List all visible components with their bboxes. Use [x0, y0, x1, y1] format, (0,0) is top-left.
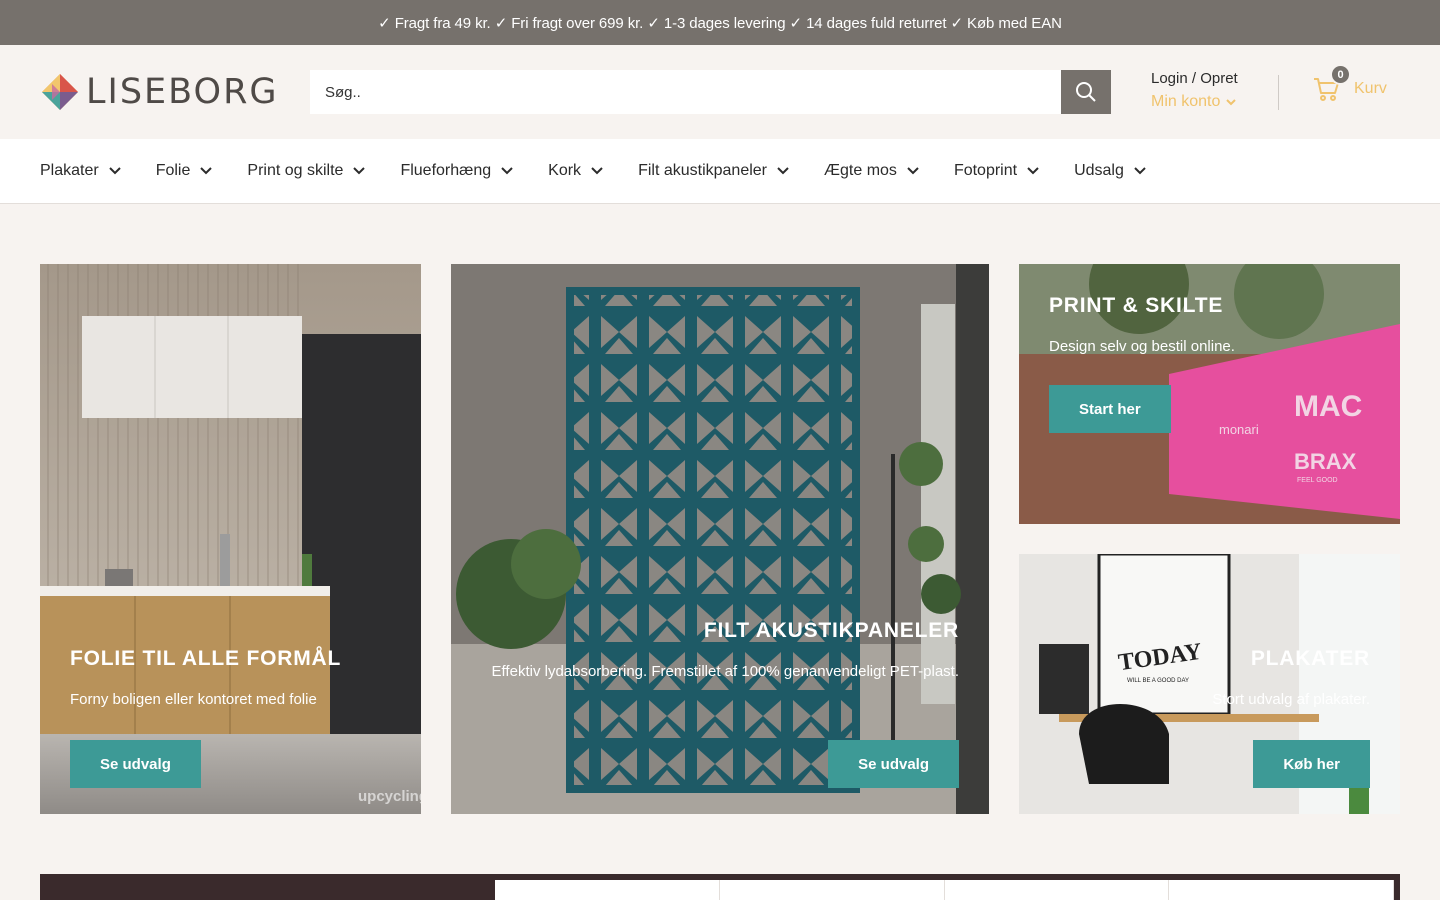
nav-item-filt-akustikpaneler[interactable]: Filt akustikpaneler	[638, 162, 789, 180]
nav-item-fotoprint[interactable]: Fotoprint	[954, 162, 1039, 180]
search-button[interactable]	[1061, 70, 1111, 114]
chevron-down-icon	[108, 167, 121, 175]
cart-label: Kurv	[1354, 80, 1387, 97]
bottom-tab	[495, 880, 720, 900]
nav-item-print-og-skilte[interactable]: Print og skilte	[247, 162, 366, 180]
account-menu: Login / Opret Min konto	[1151, 69, 1238, 115]
nav-item-label: Ægte mos	[824, 162, 897, 179]
sign-feel-good: FEEL GOOD	[1297, 477, 1338, 484]
announcement-bar: ✓ Fragt fra 49 kr. ✓ Fri fragt over 699 …	[0, 0, 1440, 45]
my-account-toggle[interactable]: Min konto	[1151, 89, 1238, 115]
nav-item-udsalg[interactable]: Udsalg	[1074, 162, 1146, 180]
cart-count-badge: 0	[1330, 64, 1351, 85]
promo-subtitle: Design selv og bestil online.	[1049, 338, 1235, 355]
buy-here-button[interactable]: Køb her	[1253, 740, 1370, 788]
nav-item-label: Folie	[155, 162, 191, 179]
bottom-tab	[720, 880, 945, 900]
promo-title: FILT AKUSTIKPANELER	[703, 619, 959, 642]
main-nav: Plakater Folie Print og skilte Flueforhæ…	[0, 139, 1440, 204]
promo-folie-text: FOLIE TIL ALLE FORMÅL Forny boligen elle…	[70, 647, 341, 715]
sign-brax: BRAX	[1294, 449, 1357, 474]
bottom-section-tabs	[495, 880, 1394, 900]
cart-link[interactable]: 0 Kurv	[1312, 64, 1387, 103]
chevron-down-icon	[907, 167, 919, 175]
nav-item-folie[interactable]: Folie	[156, 162, 213, 180]
search-form	[310, 70, 1111, 114]
kitchen-image	[40, 264, 421, 814]
search-icon	[1076, 82, 1096, 102]
header-divider	[1278, 75, 1279, 110]
see-selection-button[interactable]: Se udvalg	[70, 740, 201, 788]
start-here-button[interactable]: Start her	[1049, 385, 1171, 433]
sign-mac: MAC	[1294, 390, 1362, 423]
promo-print[interactable]: MAC monari BRAX FEEL GOOD PRINT & SKILTE…	[1019, 264, 1400, 524]
chevron-down-icon	[1027, 167, 1039, 175]
promo-subtitle: Forny boligen eller kontoret med folie	[70, 691, 317, 708]
chevron-down-icon	[777, 167, 789, 175]
chevron-down-icon	[591, 167, 603, 175]
acoustic-panel-image	[451, 264, 989, 814]
nav-item-label: Fotoprint	[953, 162, 1018, 179]
nav-item-label: Kork	[548, 162, 582, 179]
promo-title: PLAKATER	[1250, 647, 1370, 670]
poster-sub: WILL BE A GOOD DAY	[1127, 678, 1189, 684]
brand-logo[interactable]: LISEBORG	[40, 72, 279, 112]
login-link[interactable]: Login / Opret	[1151, 69, 1238, 89]
promo-filt-text: FILT AKUSTIKPANELER Effektiv lydabsorber…	[489, 619, 959, 687]
search-input[interactable]	[310, 70, 1061, 114]
promo-print-text: PRINT & SKILTE Design selv og bestil onl…	[1049, 294, 1235, 362]
nav-item-plakater[interactable]: Plakater	[40, 162, 121, 180]
promo-plakater-text: PLAKATER Stort udvalg af plakater.	[1212, 647, 1370, 715]
promo-filt[interactable]: FILT AKUSTIKPANELER Effektiv lydabsorber…	[451, 264, 989, 814]
nav-item-label: Print og skilte	[247, 162, 344, 179]
chevron-down-icon	[1226, 98, 1237, 105]
my-account-label: Min konto	[1151, 93, 1221, 110]
nav-item-label: Udsalg	[1074, 162, 1124, 179]
chevron-down-icon	[1134, 167, 1146, 175]
upcycling-watermark: upcycling	[358, 788, 421, 805]
announcement-text: ✓ Fragt fra 49 kr. ✓ Fri fragt over 699 …	[378, 14, 1062, 32]
promo-plakater[interactable]: TODAY WILL BE A GOOD DAY PLAKATER Stort …	[1019, 554, 1400, 814]
brand-name: LISEBORG	[86, 72, 279, 112]
bottom-tab	[945, 880, 1170, 900]
nav-item-label: Filt akustikpaneler	[638, 162, 768, 179]
nav-item-kork[interactable]: Kork	[548, 162, 603, 180]
bottom-tab	[1169, 880, 1394, 900]
chevron-down-icon	[200, 167, 213, 175]
nav-item-label: Plakater	[40, 162, 99, 179]
nav-item-aegte-mos[interactable]: Ægte mos	[824, 162, 919, 180]
promo-title: PRINT & SKILTE	[1049, 294, 1224, 317]
nav-item-label: Flueforhæng	[400, 162, 492, 179]
logo-mark-icon	[42, 74, 78, 110]
sign-monari: monari	[1219, 422, 1259, 437]
see-selection-button[interactable]: Se udvalg	[828, 740, 959, 788]
promo-folie[interactable]: FOLIE TIL ALLE FORMÅL Forny boligen elle…	[40, 264, 421, 814]
nav-item-flueforhaeng[interactable]: Flueforhæng	[400, 162, 513, 180]
header: LISEBORG Login / Opret Min konto 0 Kurv	[0, 45, 1440, 139]
chevron-down-icon	[501, 167, 513, 175]
promo-title: FOLIE TIL ALLE FORMÅL	[70, 647, 342, 670]
chevron-down-icon	[353, 167, 366, 175]
promo-subtitle: Stort udvalg af plakater.	[1212, 691, 1370, 708]
cart-icon-wrap: 0	[1312, 64, 1351, 103]
promo-subtitle: Effektiv lydabsorbering. Fremstillet af …	[491, 663, 959, 680]
